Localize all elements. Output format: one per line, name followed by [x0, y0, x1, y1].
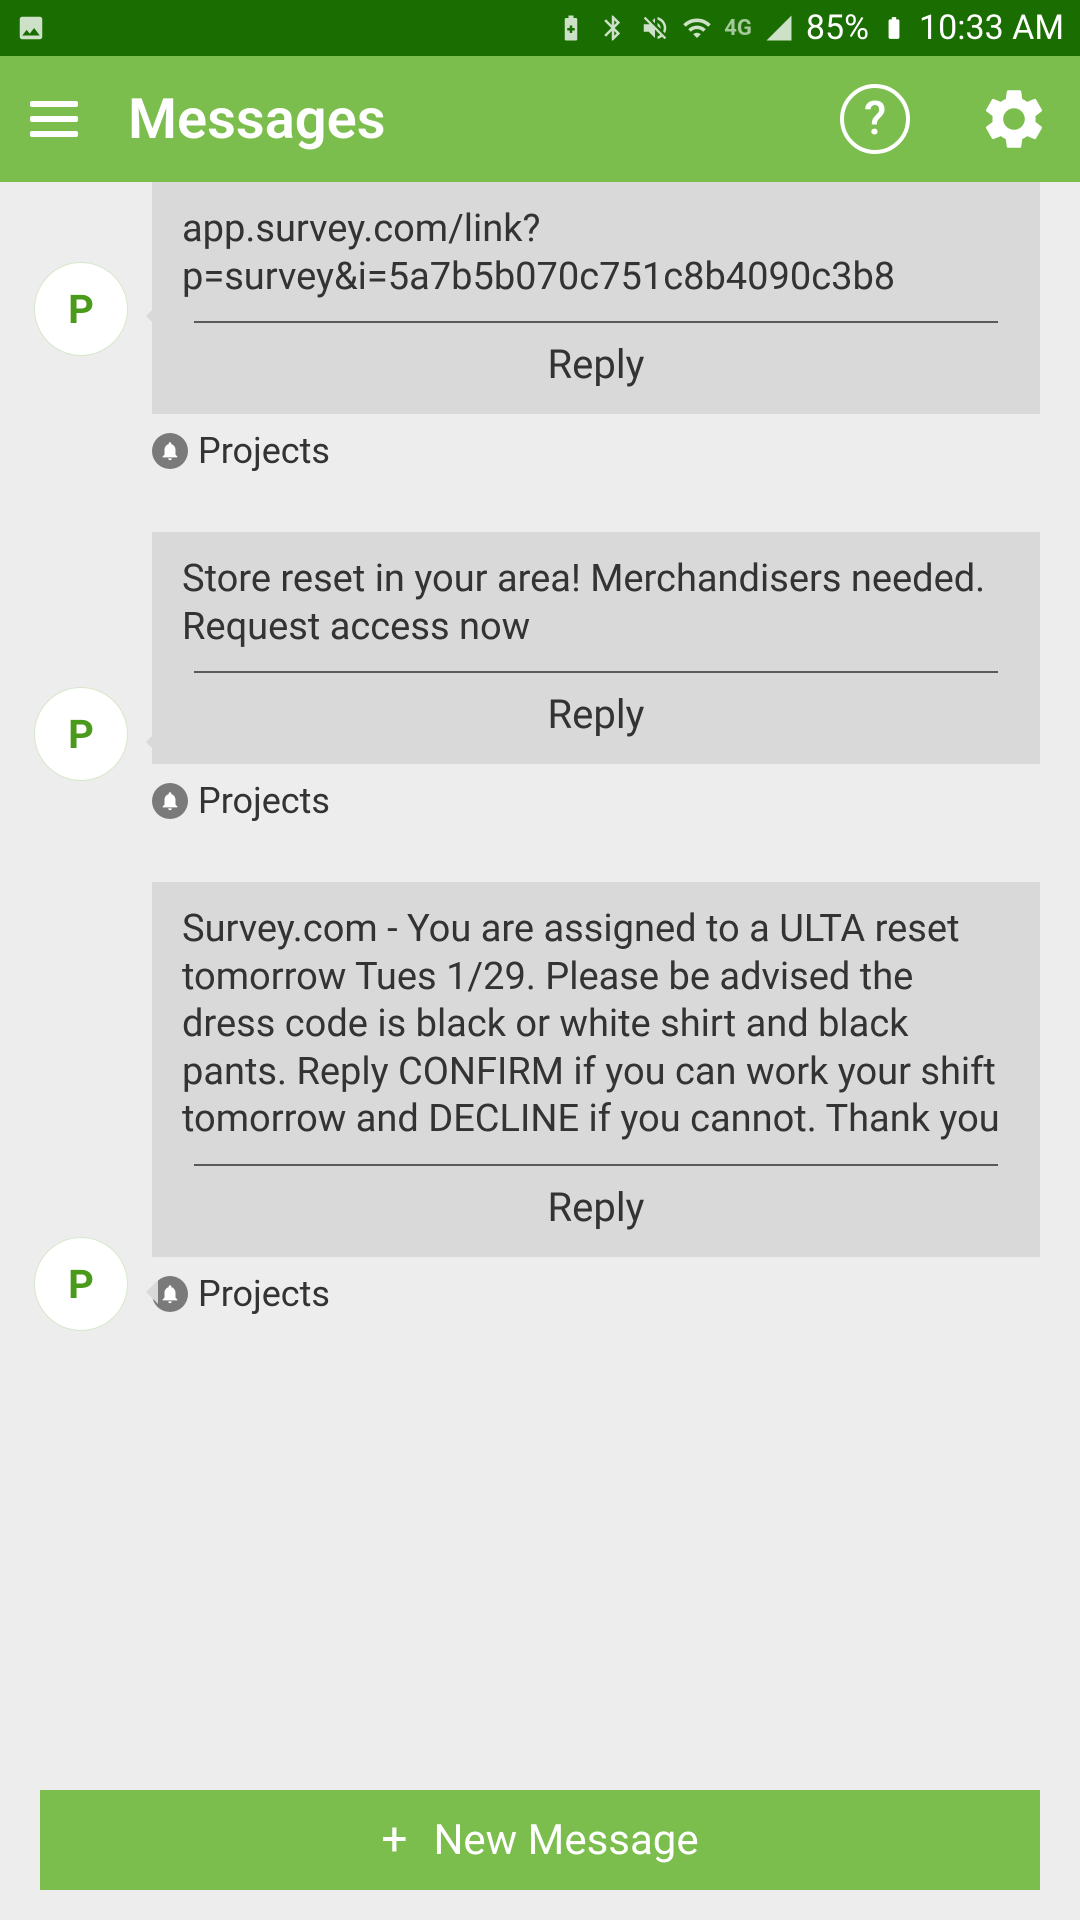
sender-row: Projects — [152, 1273, 1040, 1315]
message-bubble[interactable]: app.survey.com/link?p=survey&i=5a7b5b070… — [152, 182, 1040, 414]
avatar[interactable]: P — [34, 262, 128, 356]
sender-name: Projects — [198, 430, 330, 472]
message-item: P Store reset in your area! Merchandiser… — [40, 532, 1040, 822]
divider — [194, 321, 998, 323]
status-bar: 4G 85% 10:33 AM — [0, 0, 1080, 56]
battery-icon — [881, 13, 907, 43]
gear-icon[interactable] — [978, 83, 1050, 155]
network-label: 4G — [724, 16, 752, 41]
reply-button[interactable]: Reply — [182, 1184, 1010, 1231]
new-message-button[interactable]: + New Message — [40, 1790, 1040, 1890]
reply-button[interactable]: Reply — [182, 341, 1010, 388]
wifi-icon — [682, 13, 712, 43]
messages-list[interactable]: P app.survey.com/link?p=survey&i=5a7b5b0… — [0, 182, 1080, 1780]
message-text: app.survey.com/link?p=survey&i=5a7b5b070… — [182, 206, 1010, 301]
sender-row: Projects — [152, 780, 1040, 822]
page-title: Messages — [128, 86, 790, 152]
sender-name: Projects — [198, 780, 330, 822]
message-bubble[interactable]: Survey.com - You are assigned to a ULTA … — [152, 882, 1040, 1257]
bluetooth-icon — [598, 13, 628, 43]
message-text: Survey.com - You are assigned to a ULTA … — [182, 906, 1010, 1144]
status-right: 4G 85% 10:33 AM — [556, 8, 1064, 48]
message-item: P Survey.com - You are assigned to a ULT… — [40, 882, 1040, 1315]
reply-button[interactable]: Reply — [182, 691, 1010, 738]
bell-icon — [152, 433, 188, 469]
divider — [194, 671, 998, 673]
status-left — [16, 13, 46, 43]
avatar[interactable]: P — [34, 1237, 128, 1331]
sender-row: Projects — [152, 430, 1040, 472]
help-button[interactable]: ? — [840, 84, 910, 154]
mute-icon — [640, 13, 670, 43]
plus-icon: + — [381, 1813, 407, 1867]
avatar[interactable]: P — [34, 687, 128, 781]
new-message-label: New Message — [433, 1816, 698, 1865]
divider — [194, 1164, 998, 1166]
message-item: P app.survey.com/link?p=survey&i=5a7b5b0… — [40, 182, 1040, 472]
message-bubble[interactable]: Store reset in your area! Merchandisers … — [152, 532, 1040, 764]
battery-percent: 85% — [806, 8, 869, 48]
sender-name: Projects — [198, 1273, 330, 1315]
battery-saver-icon — [556, 13, 586, 43]
message-text: Store reset in your area! Merchandisers … — [182, 556, 1010, 651]
menu-icon[interactable] — [30, 101, 78, 137]
signal-icon — [764, 13, 794, 43]
app-bar: Messages ? — [0, 56, 1080, 182]
picture-icon — [16, 13, 46, 43]
bell-icon — [152, 783, 188, 819]
clock: 10:33 AM — [919, 8, 1064, 48]
